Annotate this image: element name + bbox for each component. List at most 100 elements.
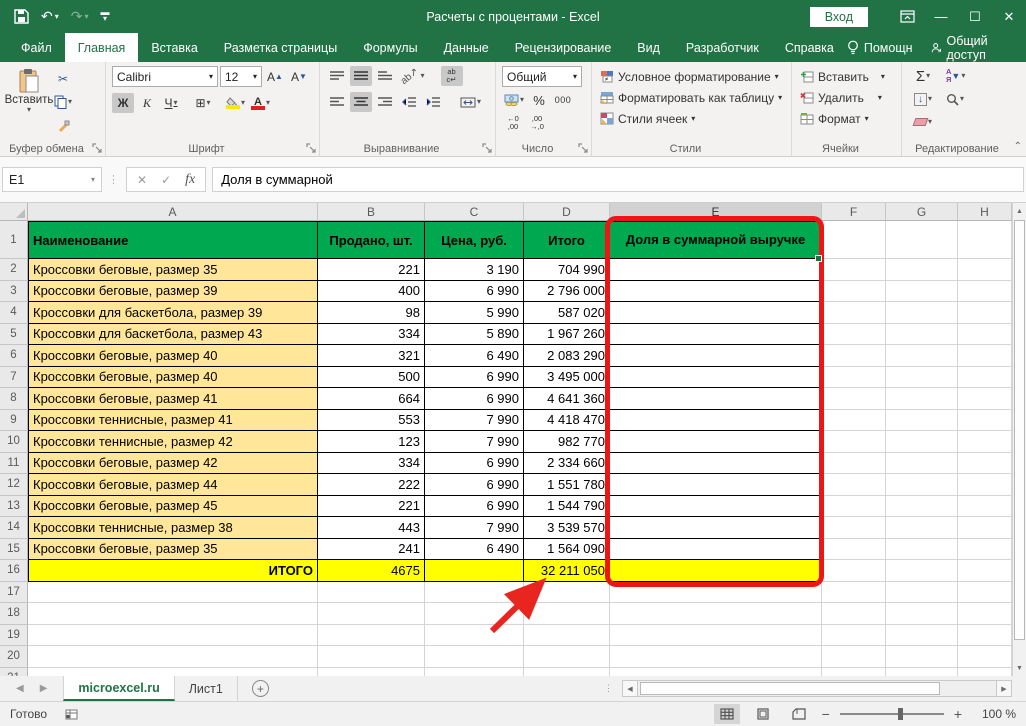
cell-G14[interactable] <box>886 517 958 539</box>
cell-E6[interactable] <box>610 345 822 367</box>
cell-A18[interactable] <box>28 603 318 625</box>
cell-D9[interactable]: 4 418 470 <box>524 410 610 432</box>
column-header-C[interactable]: C <box>425 203 524 221</box>
cell-H2[interactable] <box>958 259 1012 281</box>
cell-G16[interactable] <box>886 560 958 582</box>
cell-B12[interactable]: 222 <box>318 474 425 496</box>
zoom-in-button[interactable]: + <box>954 706 962 722</box>
fill-button[interactable]: ↓▾ <box>912 89 934 109</box>
cell-F9[interactable] <box>822 410 886 432</box>
minimize-button[interactable]: — <box>924 0 958 33</box>
cell-B19[interactable] <box>318 625 425 647</box>
row-header-8[interactable]: 8 <box>0 388 28 410</box>
wrap-text-button[interactable]: abc↵ <box>441 66 463 86</box>
cell-A15[interactable]: Кроссовки беговые, размер 35 <box>28 539 318 561</box>
increase-indent-button[interactable] <box>422 92 444 112</box>
cell-B21[interactable] <box>318 668 425 677</box>
name-box[interactable]: E1▾ <box>2 167 102 192</box>
normal-view-button[interactable] <box>714 704 740 724</box>
cell-E9[interactable] <box>610 410 822 432</box>
cell-C8[interactable]: 6 990 <box>425 388 524 410</box>
cell-F1[interactable] <box>822 221 886 259</box>
orientation-button[interactable]: ab↗▾ <box>398 66 427 86</box>
cell-E5[interactable] <box>610 324 822 346</box>
ribbon-tab-help[interactable]: Справка <box>772 33 847 62</box>
cell-E7[interactable] <box>610 367 822 389</box>
cell-A10[interactable]: Кроссовки теннисные, размер 42 <box>28 431 318 453</box>
row-header-18[interactable]: 18 <box>0 603 28 625</box>
cell-D5[interactable]: 1 967 260 <box>524 324 610 346</box>
cell-C9[interactable]: 7 990 <box>425 410 524 432</box>
row-header-14[interactable]: 14 <box>0 517 28 539</box>
ribbon-tab-review[interactable]: Рецензирование <box>502 33 625 62</box>
select-all-corner[interactable] <box>0 203 28 221</box>
column-header-D[interactable]: D <box>524 203 610 221</box>
cell-H11[interactable] <box>958 453 1012 475</box>
cell-F4[interactable] <box>822 302 886 324</box>
underline-button[interactable]: Ч▾ <box>160 93 182 113</box>
row-header-5[interactable]: 5 <box>0 324 28 346</box>
row-header-1[interactable]: 1 <box>0 221 28 259</box>
cell-F7[interactable] <box>822 367 886 389</box>
page-break-view-button[interactable] <box>786 704 812 724</box>
formula-bar-splitter[interactable]: ⋮ <box>108 173 120 186</box>
format-cells-button[interactable]: Формат▾ <box>800 108 897 129</box>
fill-color-button[interactable]: ▾ <box>224 93 247 113</box>
cell-E1[interactable]: Доля в суммарной выручке <box>610 221 822 259</box>
cell-B18[interactable] <box>318 603 425 625</box>
cell-D14[interactable]: 3 539 570 <box>524 517 610 539</box>
cell-C3[interactable]: 6 990 <box>425 281 524 303</box>
row-header-16[interactable]: 16 <box>0 560 28 582</box>
cell-A14[interactable]: Кроссовки теннисные, размер 38 <box>28 517 318 539</box>
row-header-17[interactable]: 17 <box>0 582 28 604</box>
comma-style-button[interactable]: 000 <box>552 90 574 110</box>
copy-button[interactable]: ▾ <box>52 92 74 112</box>
number-format-combo[interactable]: Общий▾ <box>502 66 582 87</box>
cell-F20[interactable] <box>822 646 886 668</box>
cell-C19[interactable] <box>425 625 524 647</box>
sheet-tab-microexcel.ru[interactable]: microexcel.ru <box>63 676 174 701</box>
cell-G12[interactable] <box>886 474 958 496</box>
cell-F2[interactable] <box>822 259 886 281</box>
cell-D21[interactable] <box>524 668 610 677</box>
cell-G2[interactable] <box>886 259 958 281</box>
cell-D10[interactable]: 982 770 <box>524 431 610 453</box>
horizontal-scrollbar[interactable]: ◀ ▶ <box>622 680 1012 697</box>
cell-F17[interactable] <box>822 582 886 604</box>
cell-C20[interactable] <box>425 646 524 668</box>
cell-B14[interactable]: 443 <box>318 517 425 539</box>
cell-A13[interactable]: Кроссовки беговые, размер 45 <box>28 496 318 518</box>
cell-E4[interactable] <box>610 302 822 324</box>
cell-F18[interactable] <box>822 603 886 625</box>
cell-A5[interactable]: Кроссовки для баскетбола, размер 43 <box>28 324 318 346</box>
cell-E2[interactable] <box>610 259 822 281</box>
delete-cells-button[interactable]: Удалить▾ <box>800 87 897 108</box>
ribbon-tab-developer[interactable]: Разработчик <box>673 33 772 62</box>
save-icon[interactable] <box>14 9 29 24</box>
cell-G8[interactable] <box>886 388 958 410</box>
cell-F12[interactable] <box>822 474 886 496</box>
cell-D8[interactable]: 4 641 360 <box>524 388 610 410</box>
share-button[interactable]: Общий доступ <box>931 34 1012 62</box>
column-header-G[interactable]: G <box>886 203 958 221</box>
cell-B5[interactable]: 334 <box>318 324 425 346</box>
cell-G10[interactable] <box>886 431 958 453</box>
cut-button[interactable]: ✂ <box>52 69 74 89</box>
cell-D19[interactable] <box>524 625 610 647</box>
cell-B16[interactable]: 4675 <box>318 560 425 582</box>
cell-F13[interactable] <box>822 496 886 518</box>
cell-H3[interactable] <box>958 281 1012 303</box>
cell-H21[interactable] <box>958 668 1012 677</box>
italic-button[interactable]: К <box>136 93 158 113</box>
scroll-down-icon[interactable]: ▼ <box>1013 660 1026 676</box>
cell-H4[interactable] <box>958 302 1012 324</box>
percent-style-button[interactable]: % <box>528 90 550 110</box>
cell-H1[interactable] <box>958 221 1012 259</box>
cell-A2[interactable]: Кроссовки беговые, размер 35 <box>28 259 318 281</box>
cell-E11[interactable] <box>610 453 822 475</box>
ribbon-tab-file[interactable]: Файл <box>8 33 65 62</box>
format-painter-button[interactable] <box>52 115 74 135</box>
cell-C15[interactable]: 6 490 <box>425 539 524 561</box>
row-header-4[interactable]: 4 <box>0 302 28 324</box>
column-header-A[interactable]: A <box>28 203 318 221</box>
